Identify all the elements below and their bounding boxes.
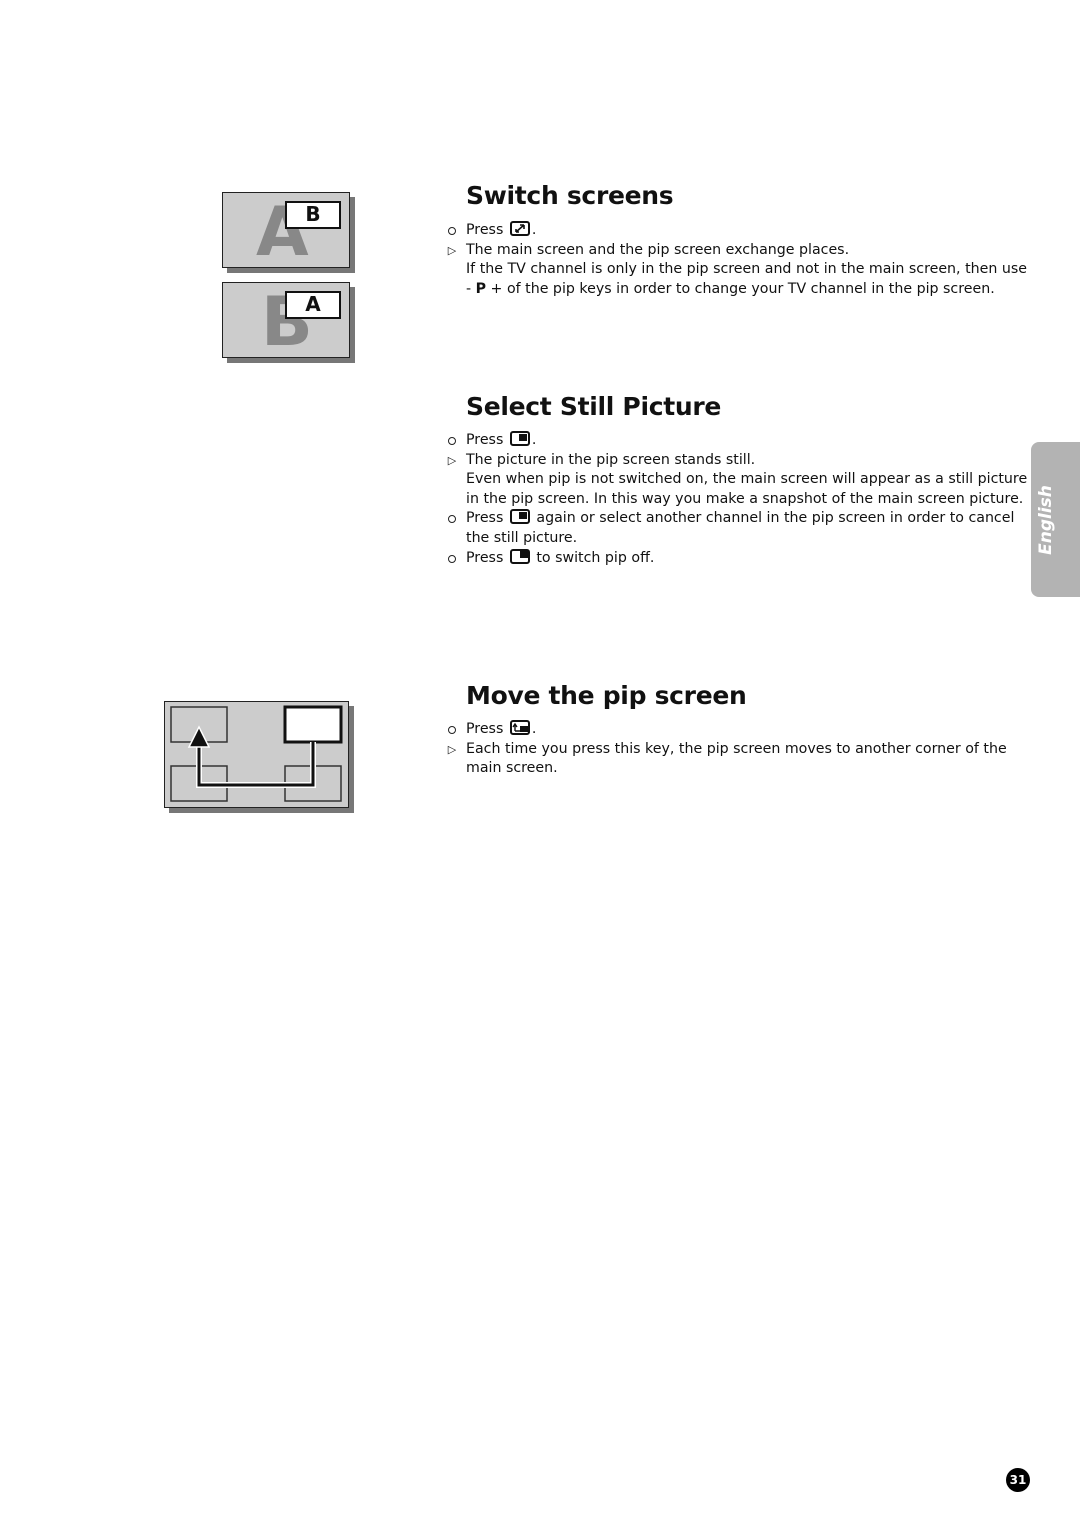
corner-diagram [170, 705, 343, 802]
triangle-bullet-icon: ▷ [447, 243, 457, 257]
instruction-line: Press again or select another channel in… [444, 509, 1034, 529]
circle-bullet-icon [444, 549, 460, 570]
freeze-key-icon [509, 431, 530, 446]
arrow-head-icon [187, 725, 211, 748]
text-line: - P + of the pip keys in order to change… [466, 280, 995, 297]
text-line: the still picture. [466, 529, 578, 546]
triangle-bullet-icon: ▷ [447, 742, 457, 756]
circle-bullet-icon [444, 221, 460, 242]
instruction-line: Press to switch pip off. [444, 548, 1034, 570]
section-title-move-pip-screen: Move the pip screen [466, 681, 747, 710]
freeze-key-icon [509, 509, 530, 525]
text-line: Even when pip is not switched on, the ma… [466, 471, 1028, 488]
text-line: main screen. [466, 760, 558, 777]
language-tab-label: English [1036, 485, 1056, 555]
switch-screens-body: Press . ▷ The main screen and the pip sc… [444, 221, 1034, 299]
move-pip-body: Press . ▷ Each time you press this key, … [444, 720, 1034, 779]
result-line: ▷ The main screen and the pip screen exc… [444, 241, 1034, 261]
panel-b-with-pip-a: B A [222, 282, 350, 358]
move-key-icon [509, 720, 530, 735]
text-line: If the TV channel is only in the pip scr… [466, 261, 1027, 278]
section-title-select-still-picture: Select Still Picture [466, 392, 722, 421]
pip-screen-top-right [283, 705, 343, 744]
result-line: ▷ Each time you press this key, the pip … [444, 740, 1034, 760]
triangle-bullet-icon: ▷ [447, 453, 457, 467]
text-line: in the pip screen. In this way you make … [466, 490, 1024, 507]
circle-bullet-icon [444, 509, 460, 530]
pip-key-icon [509, 548, 530, 564]
move-arrow-outline [196, 742, 316, 788]
pip-letter-box: A [285, 291, 341, 319]
panel-a-with-pip-b: A B [222, 192, 350, 268]
result-line: ▷ The picture in the pip screen stands s… [444, 451, 1034, 471]
swap-key-icon [509, 221, 530, 236]
circle-bullet-icon [444, 720, 460, 741]
page-number: 31 [1006, 1468, 1030, 1492]
section-title-switch-screens: Switch screens [466, 181, 674, 210]
still-picture-body: Press . ▷ The picture in the pip screen … [444, 431, 1034, 568]
instruction-line: Press . [444, 720, 1034, 740]
instruction-line: Press . [444, 221, 1034, 241]
move-arrow [197, 742, 315, 787]
instruction-line: Press . [444, 431, 1034, 451]
circle-bullet-icon [444, 431, 460, 452]
pip-letter-box: B [285, 201, 341, 229]
